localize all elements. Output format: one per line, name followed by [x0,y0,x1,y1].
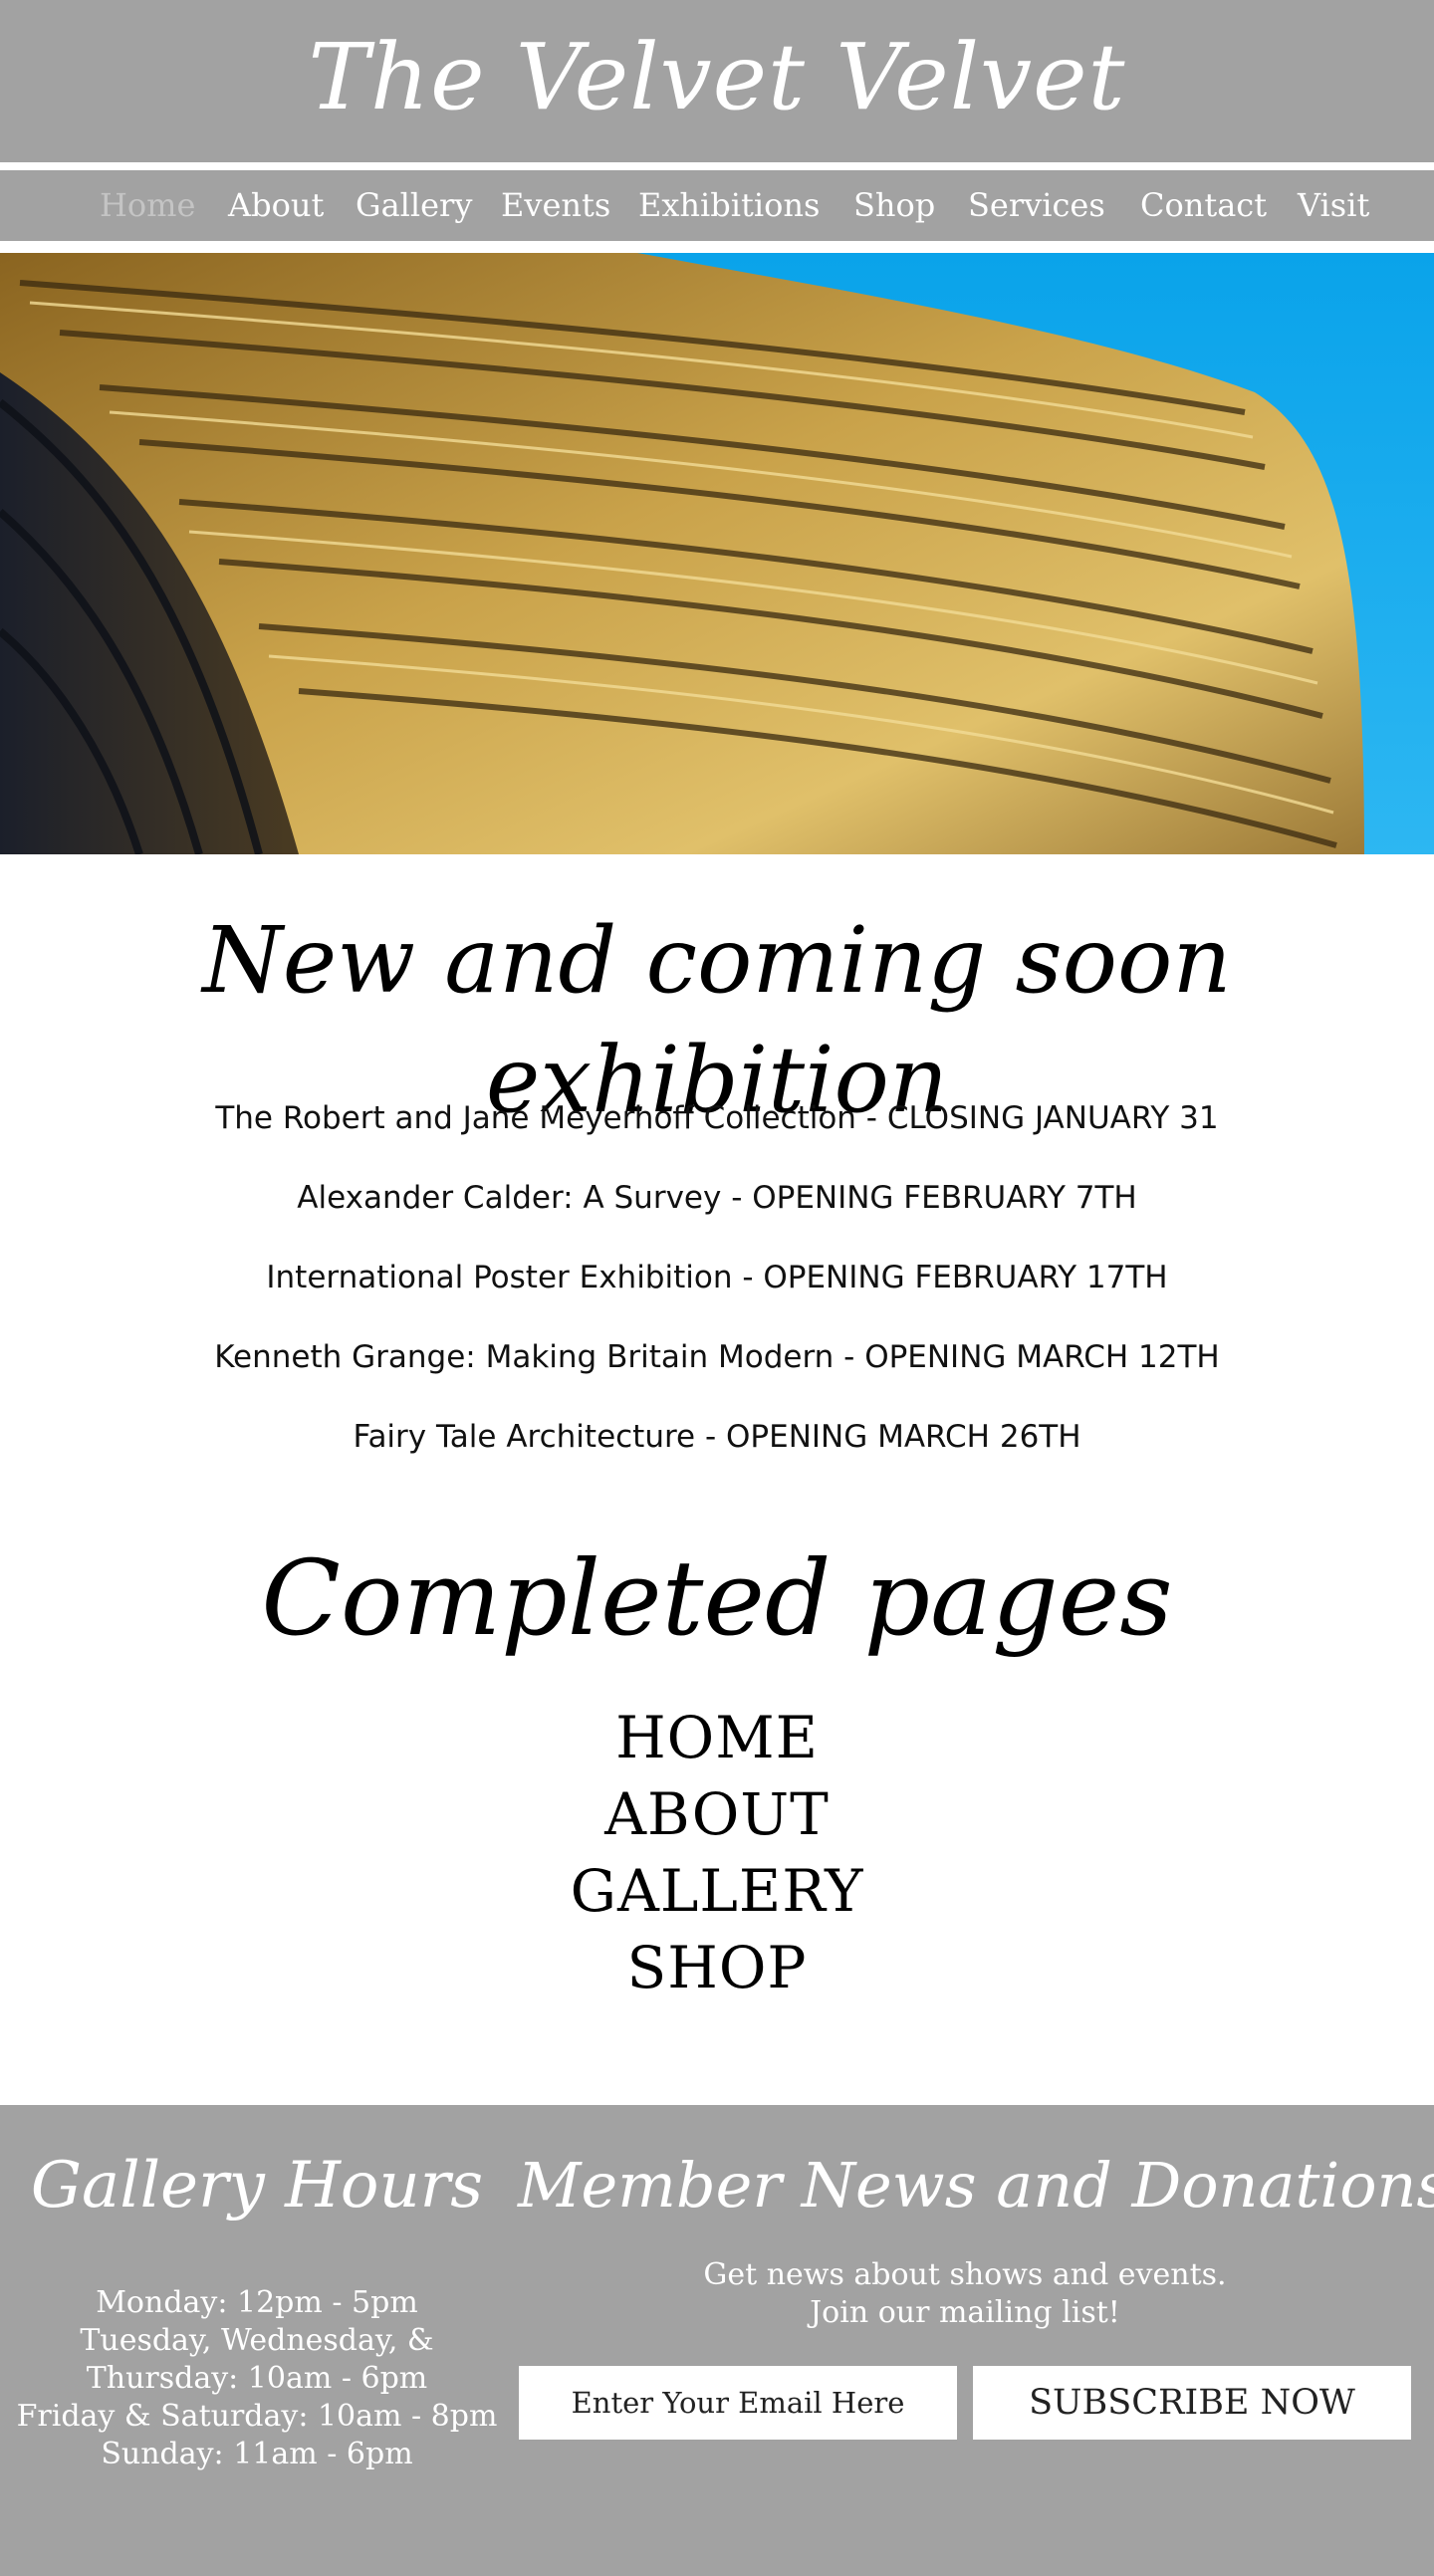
exhibition-item: The Robert and Jane Meyerhoff Collection… [215,1100,1219,1136]
nav-item-about[interactable]: About [228,170,324,241]
site-title: The Velvet Velvet [308,24,1126,130]
site-header: The Velvet Velvet [0,0,1434,162]
completed-link-shop[interactable]: SHOP [0,1930,1434,2005]
nav-item-shop[interactable]: Shop [853,170,935,241]
completed-pages-heading: Completed pages [261,1537,1173,1659]
completed-link-about[interactable]: ABOUT [0,1776,1434,1852]
nav-item-home[interactable]: Home [100,170,195,241]
nav-divider [0,241,1434,249]
nav-item-visit[interactable]: Visit [1298,170,1369,241]
nav-item-contact[interactable]: Contact [1140,170,1267,241]
hero-image [0,253,1434,854]
hours-line: Tuesday, Wednesday, & [80,2323,434,2358]
hours-line: Friday & Saturday: 10am - 8pm [16,2399,498,2434]
site-footer: Gallery Hours Monday: 12pm - 5pm Tuesday… [0,2105,1434,2576]
hours-line: Sunday: 11am - 6pm [101,2437,413,2471]
member-news-text: Get news about shows and events. [703,2257,1227,2292]
hours-line: Thursday: 10am - 6pm [86,2361,428,2396]
member-news-text: Join our mailing list! [810,2295,1120,2330]
nav-item-exhibitions[interactable]: Exhibitions [638,170,820,241]
main-nav: Home About Gallery Events Exhibitions Sh… [0,170,1434,241]
nav-item-gallery[interactable]: Gallery [356,170,472,241]
completed-link-gallery[interactable]: GALLERY [0,1853,1434,1929]
header-divider [0,162,1434,170]
completed-link-home[interactable]: HOME [0,1700,1434,1775]
exhibition-item: International Poster Exhibition - OPENIN… [266,1260,1168,1295]
gallery-hours-heading: Gallery Hours [30,2149,484,2223]
hours-line: Monday: 12pm - 5pm [96,2285,418,2320]
exhibition-item: Alexander Calder: A Survey - OPENING FEB… [297,1180,1137,1216]
nav-item-services[interactable]: Services [968,170,1105,241]
email-input[interactable] [519,2366,957,2440]
member-news-heading: Member News and Donations [518,2149,1434,2222]
nav-item-events[interactable]: Events [501,170,610,241]
exhibition-item: Fairy Tale Architecture - OPENING MARCH … [353,1419,1081,1455]
exhibition-item: Kenneth Grange: Making Britain Modern - … [214,1339,1220,1375]
subscribe-button[interactable]: SUBSCRIBE NOW [973,2366,1411,2440]
